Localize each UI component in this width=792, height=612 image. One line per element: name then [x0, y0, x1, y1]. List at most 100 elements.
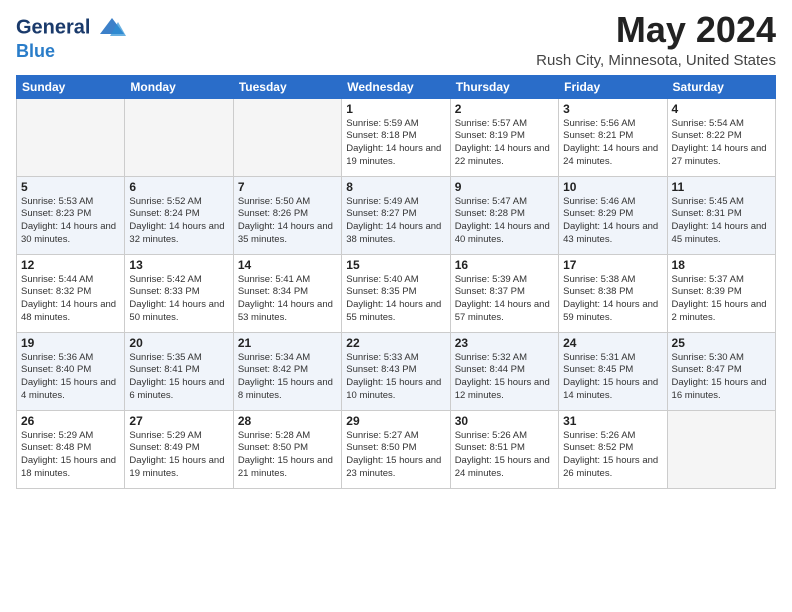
calendar-cell: 15 Sunrise: 5:40 AMSunset: 8:35 PMDayligh… [342, 254, 450, 332]
logo-text: General [16, 14, 126, 42]
day-number: 11 [672, 180, 771, 194]
calendar-row-5: 26 Sunrise: 5:29 AMSunset: 8:48 PMDayligh… [17, 410, 776, 488]
day-number: 6 [129, 180, 228, 194]
day-number: 5 [21, 180, 120, 194]
day-number: 13 [129, 258, 228, 272]
calendar-cell: 20Sunrise: 5:35 AMSunset: 8:41 PMDayligh… [125, 332, 233, 410]
day-number: 8 [346, 180, 445, 194]
calendar-cell [667, 410, 775, 488]
day-info: Sunrise: 5:41 AMSunset: 8:34 PMDaylight:… [238, 274, 337, 325]
calendar-cell: 25 Sunrise: 5:30 AMSunset: 8:47 PMDayligh… [667, 332, 775, 410]
title-block: May 2024 Rush City, Minnesota, United St… [536, 10, 776, 69]
calendar-cell [17, 98, 125, 176]
calendar-cell: 11 Sunrise: 5:45 AMSunset: 8:31 PMDayligh… [667, 176, 775, 254]
calendar-cell: 2 Sunrise: 5:57 AMSunset: 8:19 PMDaylight… [450, 98, 558, 176]
day-number: 2 [455, 102, 554, 116]
day-info: Sunrise: 5:27 AMSunset: 8:50 PMDaylight:… [346, 430, 445, 481]
day-number: 9 [455, 180, 554, 194]
day-number: 23 [455, 336, 554, 350]
day-number: 28 [238, 414, 337, 428]
day-info: Sunrise: 5:44 AMSunset: 8:32 PMDaylight:… [21, 274, 120, 325]
day-info: Sunrise: 5:31 AMSunset: 8:45 PMDaylight:… [563, 352, 662, 403]
day-number: 26 [21, 414, 120, 428]
calendar-cell [125, 98, 233, 176]
day-info: Sunrise: 5:42 AMSunset: 8:33 PMDaylight:… [129, 274, 228, 325]
calendar-cell: 19Sunrise: 5:36 AMSunset: 8:40 PMDayligh… [17, 332, 125, 410]
calendar-cell: 3Sunrise: 5:56 AMSunset: 8:21 PMDaylight… [559, 98, 667, 176]
day-number: 10 [563, 180, 662, 194]
day-info: Sunrise: 5:37 AMSunset: 8:39 PMDaylight:… [672, 274, 771, 325]
calendar-cell: 14 Sunrise: 5:41 AMSunset: 8:34 PMDayligh… [233, 254, 341, 332]
col-monday: Monday [125, 75, 233, 98]
logo-icon [98, 14, 126, 42]
day-number: 17 [563, 258, 662, 272]
day-number: 15 [346, 258, 445, 272]
day-info: Sunrise: 5:36 AMSunset: 8:40 PMDaylight:… [21, 352, 120, 403]
day-number: 27 [129, 414, 228, 428]
col-saturday: Saturday [667, 75, 775, 98]
day-number: 31 [563, 414, 662, 428]
day-number: 25 [672, 336, 771, 350]
calendar-cell: 13 Sunrise: 5:42 AMSunset: 8:33 PMDayligh… [125, 254, 233, 332]
calendar-cell: 12Sunrise: 5:44 AMSunset: 8:32 PMDayligh… [17, 254, 125, 332]
calendar-cell: 10 Sunrise: 5:46 AMSunset: 8:29 PMDayligh… [559, 176, 667, 254]
day-number: 29 [346, 414, 445, 428]
day-info: Sunrise: 5:32 AMSunset: 8:44 PMDaylight:… [455, 352, 554, 403]
calendar-row-2: 5 Sunrise: 5:53 AMSunset: 8:23 PMDaylight… [17, 176, 776, 254]
day-info: Sunrise: 5:45 AMSunset: 8:31 PMDaylight:… [672, 196, 771, 247]
calendar-cell: 8 Sunrise: 5:49 AMSunset: 8:27 PMDaylight… [342, 176, 450, 254]
day-info: Sunrise: 5:57 AMSunset: 8:19 PMDaylight:… [455, 118, 554, 169]
calendar-header-row: Sunday Monday Tuesday Wednesday Thursday… [17, 75, 776, 98]
calendar-cell: 26 Sunrise: 5:29 AMSunset: 8:48 PMDayligh… [17, 410, 125, 488]
col-tuesday: Tuesday [233, 75, 341, 98]
day-info: Sunrise: 5:53 AMSunset: 8:23 PMDaylight:… [21, 196, 120, 247]
col-wednesday: Wednesday [342, 75, 450, 98]
day-number: 3 [563, 102, 662, 116]
location: Rush City, Minnesota, United States [536, 52, 776, 69]
calendar-cell: 23 Sunrise: 5:32 AMSunset: 8:44 PMDayligh… [450, 332, 558, 410]
calendar-cell: 27 Sunrise: 5:29 AMSunset: 8:49 PMDayligh… [125, 410, 233, 488]
calendar-cell: 6 Sunrise: 5:52 AMSunset: 8:24 PMDaylight… [125, 176, 233, 254]
calendar-cell: 21 Sunrise: 5:34 AMSunset: 8:42 PMDayligh… [233, 332, 341, 410]
calendar-cell: 18 Sunrise: 5:37 AMSunset: 8:39 PMDayligh… [667, 254, 775, 332]
header: General Blue May 2024 Rush City, Minneso… [16, 10, 776, 69]
calendar-cell: 9 Sunrise: 5:47 AMSunset: 8:28 PMDaylight… [450, 176, 558, 254]
calendar-cell: 16 Sunrise: 5:39 AMSunset: 8:37 PMDayligh… [450, 254, 558, 332]
day-info: Sunrise: 5:49 AMSunset: 8:27 PMDaylight:… [346, 196, 445, 247]
day-number: 24 [563, 336, 662, 350]
calendar-cell: 31 Sunrise: 5:26 AMSunset: 8:52 PMDayligh… [559, 410, 667, 488]
calendar-cell: 17 Sunrise: 5:38 AMSunset: 8:38 PMDayligh… [559, 254, 667, 332]
day-info: Sunrise: 5:52 AMSunset: 8:24 PMDaylight:… [129, 196, 228, 247]
day-number: 1 [346, 102, 445, 116]
day-number: 16 [455, 258, 554, 272]
day-info: Sunrise: 5:50 AMSunset: 8:26 PMDaylight:… [238, 196, 337, 247]
calendar-cell: 4Sunrise: 5:54 AMSunset: 8:22 PMDaylight… [667, 98, 775, 176]
calendar-cell: 29 Sunrise: 5:27 AMSunset: 8:50 PMDayligh… [342, 410, 450, 488]
day-info: Sunrise: 5:30 AMSunset: 8:47 PMDaylight:… [672, 352, 771, 403]
day-info: Sunrise: 5:38 AMSunset: 8:38 PMDaylight:… [563, 274, 662, 325]
day-number: 22 [346, 336, 445, 350]
page-container: General Blue May 2024 Rush City, Minneso… [0, 0, 792, 497]
day-info: Sunrise: 5:40 AMSunset: 8:35 PMDaylight:… [346, 274, 445, 325]
day-info: Sunrise: 5:34 AMSunset: 8:42 PMDaylight:… [238, 352, 337, 403]
day-number: 14 [238, 258, 337, 272]
calendar-cell: 22 Sunrise: 5:33 AMSunset: 8:43 PMDayligh… [342, 332, 450, 410]
day-info: Sunrise: 5:47 AMSunset: 8:28 PMDaylight:… [455, 196, 554, 247]
day-info: Sunrise: 5:46 AMSunset: 8:29 PMDaylight:… [563, 196, 662, 247]
col-sunday: Sunday [17, 75, 125, 98]
calendar-cell: 30Sunrise: 5:26 AMSunset: 8:51 PMDayligh… [450, 410, 558, 488]
day-info: Sunrise: 5:39 AMSunset: 8:37 PMDaylight:… [455, 274, 554, 325]
calendar-row-1: 1Sunrise: 5:59 AMSunset: 8:18 PMDaylight… [17, 98, 776, 176]
day-number: 21 [238, 336, 337, 350]
day-info: Sunrise: 5:29 AMSunset: 8:48 PMDaylight:… [21, 430, 120, 481]
calendar-row-4: 19Sunrise: 5:36 AMSunset: 8:40 PMDayligh… [17, 332, 776, 410]
day-info: Sunrise: 5:26 AMSunset: 8:52 PMDaylight:… [563, 430, 662, 481]
day-info: Sunrise: 5:33 AMSunset: 8:43 PMDaylight:… [346, 352, 445, 403]
col-thursday: Thursday [450, 75, 558, 98]
day-info: Sunrise: 5:29 AMSunset: 8:49 PMDaylight:… [129, 430, 228, 481]
day-number: 18 [672, 258, 771, 272]
calendar-table: Sunday Monday Tuesday Wednesday Thursday… [16, 75, 776, 489]
day-info: Sunrise: 5:35 AMSunset: 8:41 PMDaylight:… [129, 352, 228, 403]
calendar-cell: 1Sunrise: 5:59 AMSunset: 8:18 PMDaylight… [342, 98, 450, 176]
calendar-cell: 7Sunrise: 5:50 AMSunset: 8:26 PMDaylight… [233, 176, 341, 254]
